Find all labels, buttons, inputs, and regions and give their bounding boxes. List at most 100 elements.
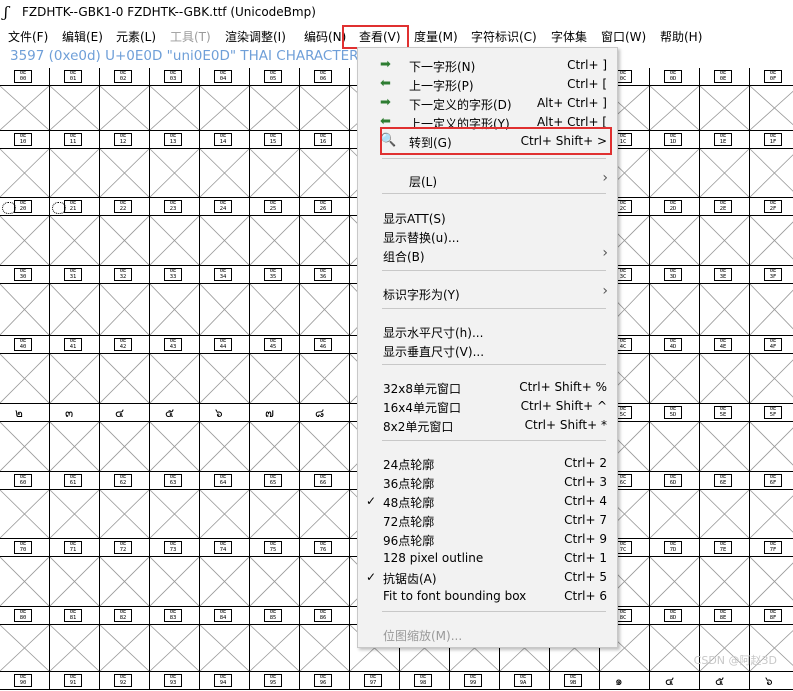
glyph-cell[interactable]: 0E 32 bbox=[99, 266, 150, 336]
view-menu-item-15[interactable]: 显示垂直尺寸(V)... bbox=[358, 341, 617, 360]
menu-8[interactable]: 字符标识(C) bbox=[471, 28, 537, 45]
glyph-cell[interactable]: 0E 72 bbox=[99, 539, 150, 607]
glyph-cell[interactable]: 0E 30 bbox=[0, 266, 50, 336]
glyph-cell[interactable]: 0E 34 bbox=[199, 266, 250, 336]
glyph-cell[interactable]: 0E 36 bbox=[299, 266, 350, 336]
view-menu-item-12[interactable]: 标识字形为(Y) › bbox=[358, 283, 617, 303]
menu-3[interactable]: 工具(T) bbox=[170, 28, 211, 45]
view-menu-item-1[interactable]: ⬅ 上一字形(P) Ctrl+ [ bbox=[358, 75, 617, 94]
glyph-cell[interactable]: 0E 44 bbox=[199, 336, 250, 404]
glyph-cell[interactable]: 0E 83 bbox=[149, 607, 200, 672]
glyph-cell[interactable]: 0E 43 bbox=[149, 336, 200, 404]
glyph-cell[interactable]: 0E 4E bbox=[699, 336, 750, 404]
glyph-cell[interactable]: 0E 2E bbox=[699, 198, 750, 266]
glyph-cell[interactable]: 0E 76 bbox=[299, 539, 350, 607]
glyph-cell[interactable]: 0E 7E bbox=[699, 539, 750, 607]
glyph-cell[interactable]: 0E 12 bbox=[99, 131, 150, 198]
view-menu-item-23[interactable]: ✓ 48点轮廓 Ctrl+ 4 bbox=[358, 492, 617, 511]
glyph-cell[interactable]: 0E 85 bbox=[249, 607, 300, 672]
glyph-cell[interactable]: 0E 02 bbox=[99, 68, 150, 131]
glyph-cell[interactable]: 0E 65 bbox=[249, 472, 300, 539]
glyph-cell[interactable]: 0E 84 bbox=[199, 607, 250, 672]
glyph-cell[interactable]: ๗ bbox=[249, 404, 300, 472]
glyph-cell[interactable]: 0E 5F bbox=[749, 404, 793, 472]
menu-0[interactable]: 文件(F) bbox=[8, 28, 48, 45]
glyph-cell[interactable]: 0E 40 bbox=[0, 336, 50, 404]
glyph-cell[interactable]: ๘ bbox=[299, 404, 350, 472]
menu-11[interactable]: 帮助(H) bbox=[660, 28, 702, 45]
view-menu-item-22[interactable]: 36点轮廓 Ctrl+ 3 bbox=[358, 473, 617, 492]
glyph-cell[interactable]: 0E 03 bbox=[149, 68, 200, 131]
glyph-cell[interactable]: 0E 75 bbox=[249, 539, 300, 607]
glyph-cell[interactable]: 0E 20 bbox=[0, 198, 50, 266]
glyph-cell[interactable]: 0E 06 bbox=[299, 68, 350, 131]
glyph-cell[interactable]: 0E 1E bbox=[699, 131, 750, 198]
glyph-cell[interactable]: 0E 3F bbox=[749, 266, 793, 336]
glyph-cell[interactable]: ๓ bbox=[49, 404, 100, 472]
view-menu-item-19[interactable]: 8x2单元窗口 Ctrl+ Shift+ * bbox=[358, 416, 617, 435]
view-menu-item-26[interactable]: 128 pixel outline Ctrl+ 1 bbox=[358, 549, 617, 568]
glyph-cell[interactable]: 0E 26 bbox=[299, 198, 350, 266]
glyph-cell[interactable]: 0E 31 bbox=[49, 266, 100, 336]
glyph-cell[interactable]: 0E 1F bbox=[749, 131, 793, 198]
menu-4[interactable]: 渲染调整(I) bbox=[225, 28, 286, 45]
glyph-cell[interactable]: 0E 71 bbox=[49, 539, 100, 607]
glyph-cell[interactable]: 0E 46 bbox=[299, 336, 350, 404]
glyph-cell[interactable]: 0E 62 bbox=[99, 472, 150, 539]
menu-9[interactable]: 字体集 bbox=[551, 28, 587, 45]
glyph-cell[interactable]: 0E 2D bbox=[649, 198, 700, 266]
glyph-cell[interactable]: 0E 66 bbox=[299, 472, 350, 539]
view-menu-item-10[interactable]: 组合(B) › bbox=[358, 245, 617, 265]
glyph-cell[interactable]: 0E 8D bbox=[649, 607, 700, 672]
glyph-cell[interactable]: 0E 7F bbox=[749, 539, 793, 607]
view-menu-item-3[interactable]: ⬅ 上一定义的字形(Y) Alt+ Ctrl+ [ bbox=[358, 113, 617, 132]
glyph-cell[interactable]: 0E 70 bbox=[0, 539, 50, 607]
glyph-cell[interactable]: 0E 1D bbox=[649, 131, 700, 198]
glyph-cell[interactable]: 0E 2F bbox=[749, 198, 793, 266]
glyph-cell[interactable]: 0E 14 bbox=[199, 131, 250, 198]
glyph-cell[interactable]: 0E 21 bbox=[49, 198, 100, 266]
glyph-cell[interactable]: 0E 6F bbox=[749, 472, 793, 539]
view-menu-item-9[interactable]: 显示替换(u)... bbox=[358, 227, 617, 246]
glyph-cell[interactable]: 0E 61 bbox=[49, 472, 100, 539]
glyph-cell[interactable]: ๔ bbox=[99, 404, 150, 472]
glyph-cell[interactable]: 0E 01 bbox=[49, 68, 100, 131]
glyph-cell[interactable]: 0E 00 bbox=[0, 68, 50, 131]
view-menu-item-24[interactable]: 72点轮廓 Ctrl+ 7 bbox=[358, 511, 617, 530]
glyph-cell[interactable]: 0E 35 bbox=[249, 266, 300, 336]
glyph-cell[interactable]: 0E 10 bbox=[0, 131, 50, 198]
glyph-cell[interactable]: 0E 41 bbox=[49, 336, 100, 404]
glyph-cell[interactable]: 0E 64 bbox=[199, 472, 250, 539]
glyph-cell[interactable]: 0E 4D bbox=[649, 336, 700, 404]
glyph-cell[interactable]: 0E 13 bbox=[149, 131, 200, 198]
glyph-cell[interactable]: 0E 05 bbox=[249, 68, 300, 131]
glyph-cell[interactable]: 0E 33 bbox=[149, 266, 200, 336]
view-menu-item-8[interactable]: 显示ATT(S) bbox=[358, 208, 617, 227]
glyph-cell[interactable]: 0E 24 bbox=[199, 198, 250, 266]
glyph-cell[interactable]: ๒ bbox=[0, 404, 50, 472]
view-menu-item-0[interactable]: ➡ 下一字形(N) Ctrl+ ] bbox=[358, 56, 617, 75]
menu-7[interactable]: 度量(M) bbox=[414, 28, 458, 45]
menu-5[interactable]: 编码(N) bbox=[304, 28, 346, 45]
glyph-cell[interactable]: 0E 25 bbox=[249, 198, 300, 266]
glyph-cell[interactable]: 0E 6D bbox=[649, 472, 700, 539]
glyph-cell[interactable]: 0E 80 bbox=[0, 607, 50, 672]
glyph-cell[interactable]: 0E 22 bbox=[99, 198, 150, 266]
glyph-cell[interactable]: 0E 45 bbox=[249, 336, 300, 404]
view-menu-item-17[interactable]: 32x8单元窗口 Ctrl+ Shift+ % bbox=[358, 378, 617, 397]
glyph-cell[interactable]: 0E 0F bbox=[749, 68, 793, 131]
glyph-cell[interactable]: 0E 0D bbox=[649, 68, 700, 131]
glyph-cell[interactable]: 0E 81 bbox=[49, 607, 100, 672]
glyph-cell[interactable]: 0E 23 bbox=[149, 198, 200, 266]
view-menu-item-4[interactable]: 🔍 转到(G) Ctrl+ Shift+ > bbox=[358, 127, 617, 155]
view-menu-item-2[interactable]: ➡ 下一定义的字形(D) Alt+ Ctrl+ ] bbox=[358, 94, 617, 113]
glyph-cell[interactable]: 0E 42 bbox=[99, 336, 150, 404]
view-menu-item-28[interactable]: Fit to font bounding box Ctrl+ 6 bbox=[358, 587, 617, 606]
view-menu-item-18[interactable]: 16x4单元窗口 Ctrl+ Shift+ ^ bbox=[358, 397, 617, 416]
glyph-cell[interactable]: 0E 86 bbox=[299, 607, 350, 672]
glyph-cell[interactable]: 0E 5E bbox=[699, 404, 750, 472]
glyph-cell[interactable]: 0E 5D bbox=[649, 404, 700, 472]
menu-2[interactable]: 元素(L) bbox=[116, 28, 156, 45]
view-menu-item-25[interactable]: 96点轮廓 Ctrl+ 9 bbox=[358, 530, 617, 549]
view-menu-item-27[interactable]: ✓ 抗锯齿(A) Ctrl+ 5 bbox=[358, 568, 617, 587]
